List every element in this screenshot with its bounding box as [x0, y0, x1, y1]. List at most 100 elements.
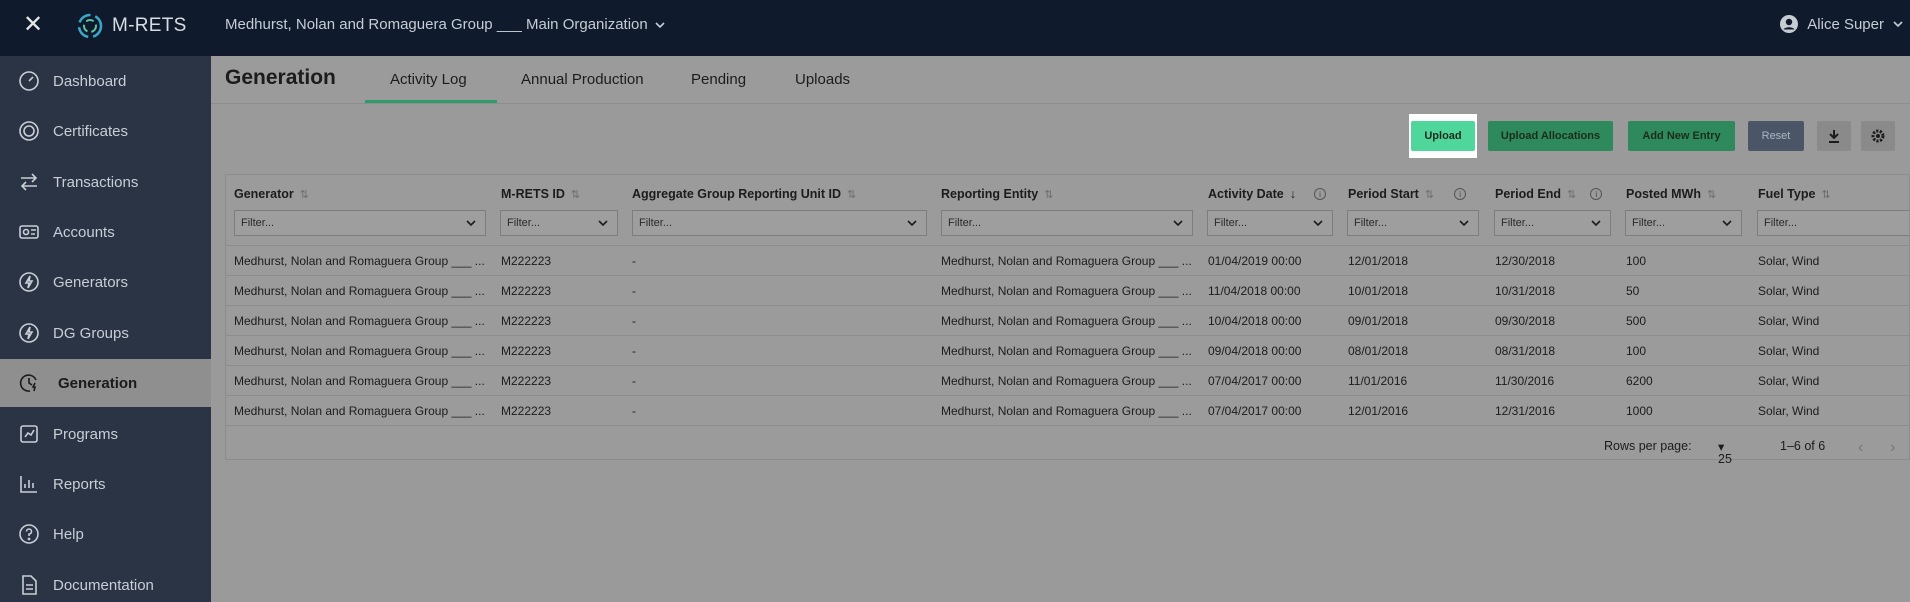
column-header-label: Activity Date [1208, 187, 1284, 201]
close-icon[interactable]: ✕ [22, 13, 44, 37]
sidebar-item-transactions[interactable]: Transactions [0, 160, 211, 204]
column-header-label: M-RETS ID [501, 187, 565, 201]
accounts-icon [19, 225, 39, 239]
chevron-down-icon [1591, 220, 1601, 227]
download-icon [1829, 130, 1839, 143]
cell-mrets-id: M222223 [501, 284, 552, 298]
cell-reporting-entity: Medhurst, Nolan and Romaguera Group ___ … [941, 314, 1192, 328]
sidebar-item-label: Accounts [53, 223, 115, 241]
cell-mrets-id: M222223 [501, 374, 552, 388]
mrets-logo-icon [77, 13, 103, 39]
table-row[interactable]: Medhurst, Nolan and Romaguera Group ___ … [226, 245, 1910, 275]
organization-selector[interactable]: Medhurst, Nolan and Romaguera Group ___ … [225, 16, 666, 33]
sidebar-item-generators[interactable]: Generators [0, 260, 211, 304]
column-header-aggregate-group[interactable]: Aggregate Group Reporting Unit ID ⇅ [632, 187, 856, 201]
reset-button[interactable]: Reset [1748, 121, 1804, 151]
table-row[interactable]: Medhurst, Nolan and Romaguera Group ___ … [226, 275, 1910, 305]
cell-period-end: 12/30/2018 [1495, 254, 1556, 268]
sort-icon: ⇅ [1566, 188, 1577, 201]
column-header-period-start[interactable]: Period Start ⇅ i [1348, 187, 1467, 201]
sidebar-item-label: Documentation [53, 576, 154, 594]
filter-fuel-type[interactable]: Filter... [1757, 210, 1909, 236]
cell-mrets-id: M222223 [501, 314, 552, 328]
cell-generator: Medhurst, Nolan and Romaguera Group ___ … [234, 284, 485, 298]
sidebar-item-programs[interactable]: Programs [0, 412, 211, 456]
sidebar-item-label: Reports [53, 475, 106, 493]
filter-activity-date[interactable]: Filter... [1207, 210, 1333, 236]
filter-aggregate-group[interactable]: Filter... [632, 210, 927, 236]
filter-posted-mwh[interactable]: Filter... [1625, 210, 1742, 236]
cell-period-start: 11/01/2016 [1348, 374, 1408, 388]
table-row[interactable]: Medhurst, Nolan and Romaguera Group ___ … [226, 365, 1910, 395]
sidebar-item-reports[interactable]: Reports [0, 462, 211, 506]
column-header-activity-date[interactable]: Activity Date ↓ i [1208, 187, 1326, 201]
sidebar-item-label: Help [53, 525, 84, 543]
column-header-posted-mwh[interactable]: Posted MWh ⇅ [1626, 187, 1716, 201]
cell-generator: Medhurst, Nolan and Romaguera Group ___ … [234, 404, 485, 418]
upload-button[interactable]: Upload [1411, 121, 1475, 151]
info-icon[interactable]: i [1454, 188, 1467, 200]
cell-posted-mwh: 100 [1626, 344, 1647, 358]
info-icon[interactable]: i [1313, 188, 1326, 200]
column-header-reporting-entity[interactable]: Reporting Entity ⇅ [941, 187, 1053, 201]
column-header-label: Reporting Entity [941, 187, 1039, 201]
filter-placeholder: Filter... [1764, 217, 1798, 229]
table-row[interactable]: Medhurst, Nolan and Romaguera Group ___ … [226, 335, 1910, 365]
upload-allocations-button[interactable]: Upload Allocations [1488, 121, 1613, 151]
add-new-entry-button[interactable]: Add New Entry [1628, 121, 1735, 151]
chevron-down-icon [466, 220, 476, 227]
cell-generator: Medhurst, Nolan and Romaguera Group ___ … [234, 314, 485, 328]
filter-reporting-entity[interactable]: Filter... [941, 210, 1193, 236]
sort-descending-icon: ↓ [1289, 187, 1296, 201]
filter-mrets-id[interactable]: Filter... [500, 210, 618, 236]
column-header-fuel-type[interactable]: Fuel Type ⇅ [1758, 187, 1831, 201]
filter-placeholder: Filter... [948, 217, 982, 229]
sidebar-item-accounts[interactable]: Accounts [0, 210, 211, 254]
column-header-generator[interactable]: Generator ⇅ [234, 187, 309, 201]
filter-generator[interactable]: Filter... [234, 210, 486, 236]
lightning-icon [19, 323, 39, 343]
user-menu[interactable]: Alice Super [1779, 14, 1904, 34]
sidebar-item-certificates[interactable]: Certificates [0, 109, 211, 153]
table-row[interactable]: Medhurst, Nolan and Romaguera Group ___ … [226, 305, 1910, 335]
cell-reporting-entity: Medhurst, Nolan and Romaguera Group ___ … [941, 344, 1192, 358]
reports-icon [20, 476, 37, 493]
tab-pending[interactable]: Pending [691, 71, 746, 88]
page-header: Generation Activity Log Annual Productio… [211, 56, 1910, 104]
document-icon [22, 575, 37, 595]
sidebar-item-dg-groups[interactable]: DG Groups [0, 311, 211, 355]
filter-period-start[interactable]: Filter... [1347, 210, 1479, 236]
column-header-mrets-id[interactable]: M-RETS ID ⇅ [501, 187, 580, 201]
sidebar-item-generation[interactable]: Generation [0, 359, 211, 407]
activity-log-table: Generator ⇅ M-RETS ID ⇅ Aggregate Group Re… [225, 174, 1910, 466]
cell-mrets-id: M222223 [501, 404, 552, 418]
download-button[interactable] [1817, 121, 1851, 151]
tab-annual-production[interactable]: Annual Production [521, 71, 644, 88]
column-header-period-end[interactable]: Period End ⇅ i [1495, 187, 1603, 201]
pagination-range: 1–6 of 6 [1780, 439, 1826, 453]
organization-name: Medhurst, Nolan and Romaguera Group ___ … [225, 16, 648, 33]
cell-period-end: 08/31/2018 [1495, 344, 1556, 358]
rows-per-page-select[interactable]: 25 ▾ [1718, 439, 1732, 466]
filter-period-end[interactable]: Filter... [1494, 210, 1611, 236]
logo[interactable]: M-RETS [76, 12, 187, 40]
sidebar-item-label: DG Groups [53, 324, 129, 342]
info-icon[interactable]: i [1590, 188, 1603, 200]
previous-page-icon[interactable]: ‹ [1858, 439, 1863, 457]
sidebar-item-help[interactable]: Help [0, 512, 211, 556]
sort-icon: ⇅ [1044, 188, 1054, 201]
gear-icon [1871, 129, 1885, 143]
chevron-down-icon [1313, 220, 1323, 227]
sidebar-item-dashboard[interactable]: Dashboard [0, 59, 211, 103]
table-row[interactable]: Medhurst, Nolan and Romaguera Group ___ … [226, 395, 1910, 425]
sidebar-item-documentation[interactable]: Documentation [0, 563, 211, 602]
sort-icon: ⇅ [1821, 188, 1831, 201]
tab-uploads[interactable]: Uploads [795, 71, 850, 88]
sidebar-item-label: Dashboard [53, 72, 127, 90]
sort-icon: ⇅ [1707, 188, 1717, 201]
filter-placeholder: Filter... [1214, 217, 1248, 229]
settings-button[interactable] [1861, 121, 1895, 151]
tab-activity-log[interactable]: Activity Log [390, 71, 467, 88]
chevron-down-icon [907, 220, 917, 227]
next-page-icon[interactable]: › [1890, 439, 1895, 457]
